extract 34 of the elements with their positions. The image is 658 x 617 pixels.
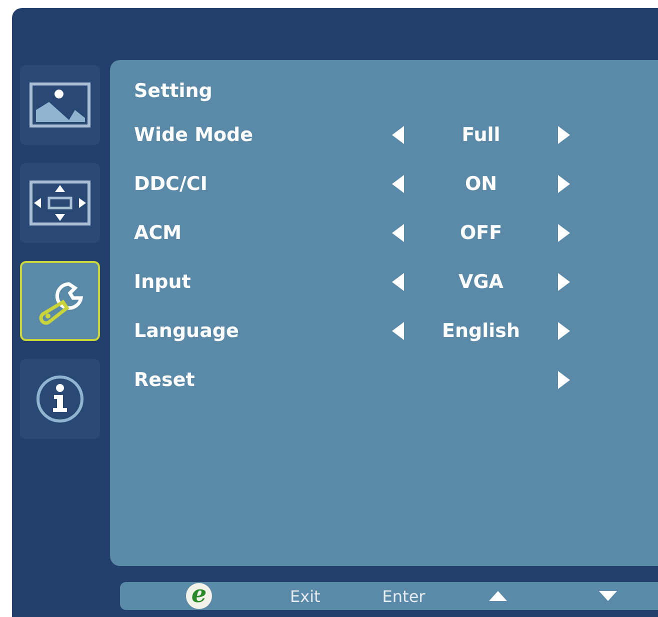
option-value: English (442, 320, 520, 342)
menu-item-label[interactable]: Reset (134, 368, 392, 390)
info-icon (35, 374, 85, 424)
logo-badge[interactable]: e (186, 583, 212, 609)
right-arrow-icon[interactable] (558, 174, 570, 192)
up-arrow-icon (489, 591, 508, 601)
menu-item-label[interactable]: ACM (134, 222, 392, 244)
menu-tab[interactable] (20, 65, 100, 145)
left-arrow-icon[interactable] (392, 126, 404, 144)
picture-icon (29, 82, 91, 128)
option-value: VGA (458, 270, 504, 292)
panel-title: Setting (134, 80, 214, 104)
right-arrow-icon[interactable] (558, 370, 570, 388)
menu-item-label[interactable]: Input (134, 270, 392, 292)
right-arrow-icon[interactable] (558, 126, 570, 144)
resize-icon (29, 180, 91, 226)
menu-item-label[interactable]: Wide Mode (134, 124, 392, 146)
right-arrow-icon[interactable] (558, 322, 570, 340)
left-arrow-icon[interactable] (392, 272, 404, 290)
left-arrow-icon[interactable] (392, 224, 404, 242)
menu-item-label[interactable]: Language (134, 320, 392, 342)
option-value: Full (462, 124, 500, 146)
option-value: ON (464, 172, 498, 194)
option-value: OFF (460, 222, 502, 244)
right-arrow-icon[interactable] (558, 224, 570, 242)
left-arrow-icon[interactable] (392, 322, 404, 340)
down-arrow-icon (599, 591, 618, 601)
menu-tab[interactable] (20, 359, 100, 439)
left-arrow-icon[interactable] (392, 174, 404, 192)
key-hint: Enter (382, 586, 426, 606)
menu-item-label[interactable]: DDC/CI (134, 172, 392, 194)
key-hint: Exit (290, 586, 320, 606)
right-arrow-icon[interactable] (558, 272, 570, 290)
menu-tab[interactable] (20, 163, 100, 243)
